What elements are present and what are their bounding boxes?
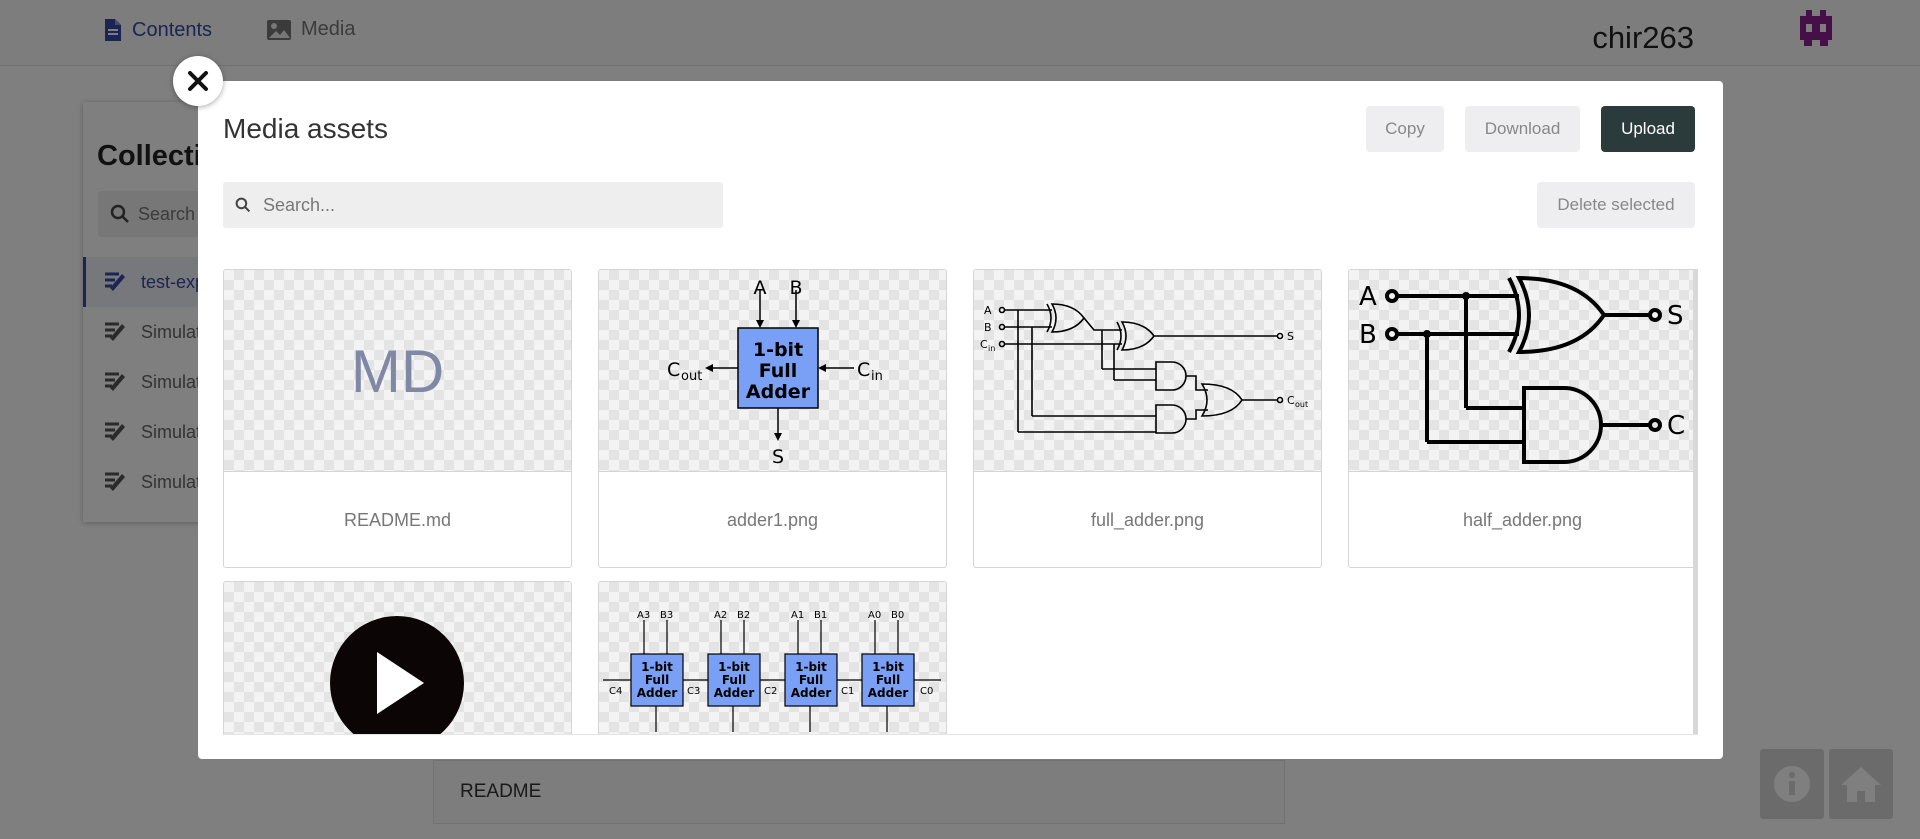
adder-block-line-1: 1-bit <box>753 339 803 361</box>
close-icon <box>188 71 208 91</box>
media-search-input[interactable] <box>263 183 703 227</box>
asset-tile-adder1[interactable]: 1-bit Full Adder A B C out C in S adder1… <box>598 269 947 568</box>
input-a-label: A <box>984 304 992 317</box>
asset-thumbnail: A B S C <box>1349 270 1696 472</box>
markdown-thumb-text: MD <box>350 337 445 405</box>
upload-button[interactable]: Upload <box>1601 106 1695 152</box>
carry-label: C1 <box>841 686 854 697</box>
input-b-label: B <box>984 321 992 334</box>
adder-block-line-1: 1-bit <box>718 660 750 674</box>
search-icon <box>235 197 251 213</box>
media-search <box>223 182 723 228</box>
adder-block-line-2: Full <box>645 673 669 687</box>
close-modal-button[interactable] <box>173 56 223 106</box>
asset-thumbnail <box>224 582 571 734</box>
delete-selected-button[interactable]: Delete selected <box>1537 182 1695 228</box>
input-a-label: A <box>754 277 767 299</box>
input-label: A0 <box>868 610 881 621</box>
play-icon <box>330 616 464 734</box>
adder-block-line-3: Adder <box>868 686 909 700</box>
asset-tile-half-adder[interactable]: A B S C half_adder.png <box>1348 269 1697 568</box>
input-label: B3 <box>660 610 673 621</box>
input-a-label: A <box>1359 282 1377 312</box>
asset-tile-ripple-adder[interactable]: 1-bit Full Adder 1-bit Full Adder 1-bit … <box>598 581 947 734</box>
asset-tile-video[interactable] <box>223 581 572 734</box>
asset-name: half_adder.png <box>1462 509 1583 530</box>
input-label: B0 <box>891 610 904 621</box>
carry-in-subscript: in <box>988 344 995 353</box>
carry-label: C0 <box>920 686 933 697</box>
adder-block-line-2: Full <box>759 360 798 382</box>
carry-label: C4 <box>609 686 622 697</box>
adder-block-line-2: Full <box>876 673 900 687</box>
asset-thumbnail: 1-bit Full Adder A B C out C in S <box>599 270 946 472</box>
asset-thumbnail: A B C in S C out <box>974 270 1321 472</box>
carry-label: C2 <box>764 686 777 697</box>
asset-name: README.md <box>343 509 451 530</box>
media-assets-modal: Media assets Copy Download Upload Delete… <box>198 81 1723 759</box>
adder-block-line-2: Full <box>799 673 823 687</box>
asset-thumbnail: 1-bit Full Adder 1-bit Full Adder 1-bit … <box>599 582 946 734</box>
asset-tile-readme[interactable]: MD README.md <box>223 269 572 568</box>
adder-block-line-3: Adder <box>637 686 678 700</box>
asset-name: adder1.png <box>726 509 819 530</box>
input-label: B1 <box>814 610 827 621</box>
adder-block-line-1: 1-bit <box>795 660 827 674</box>
carry-in-label: C <box>857 359 870 381</box>
adder-block-line-3: Adder <box>791 686 832 700</box>
media-gallery: MD README.md 1-bit Full Adder A B C out <box>223 269 1698 735</box>
modal-title: Media assets <box>223 113 388 144</box>
input-label: B2 <box>737 610 750 621</box>
carry-in-subscript: in <box>871 369 883 384</box>
carry-label: C <box>1667 411 1685 441</box>
input-b-label: B <box>789 277 802 299</box>
sum-label: S <box>1667 301 1684 331</box>
sum-label: S <box>772 446 784 468</box>
carry-out-label: C <box>667 359 680 381</box>
asset-name: full_adder.png <box>1090 509 1205 530</box>
input-label: A2 <box>714 610 727 621</box>
gallery-scrollbar[interactable] <box>1693 269 1698 734</box>
input-b-label: B <box>1359 320 1377 350</box>
carry-out-subscript: out <box>1295 400 1308 409</box>
adder-block-line-2: Full <box>722 673 746 687</box>
adder-block-line-3: Adder <box>714 686 755 700</box>
carry-out-subscript: out <box>681 369 702 384</box>
half-adder-circuit-diagram: A B S C <box>1359 275 1685 464</box>
asset-tile-full-adder[interactable]: A B C in S C out full_adder.png <box>973 269 1322 568</box>
asset-thumbnail: MD <box>224 270 571 472</box>
adder-block-line-3: Adder <box>746 381 811 403</box>
adder-block-line-1: 1-bit <box>872 660 904 674</box>
copy-button[interactable]: Copy <box>1366 106 1444 152</box>
full-adder-circuit-diagram: A B C in S C out <box>980 303 1308 434</box>
sum-label: S <box>1287 330 1294 343</box>
input-label: A1 <box>791 610 804 621</box>
input-label: A3 <box>637 610 650 621</box>
carry-label: C3 <box>687 686 700 697</box>
carry-out-label: C <box>1287 394 1295 407</box>
download-button[interactable]: Download <box>1465 106 1580 152</box>
adder-block-line-1: 1-bit <box>641 660 673 674</box>
full-adder-block-diagram: 1-bit Full Adder A B C out C in S <box>667 277 883 468</box>
carry-in-label: C <box>980 338 988 351</box>
ripple-carry-adder-diagram: 1-bit Full Adder 1-bit Full Adder 1-bit … <box>603 610 941 732</box>
